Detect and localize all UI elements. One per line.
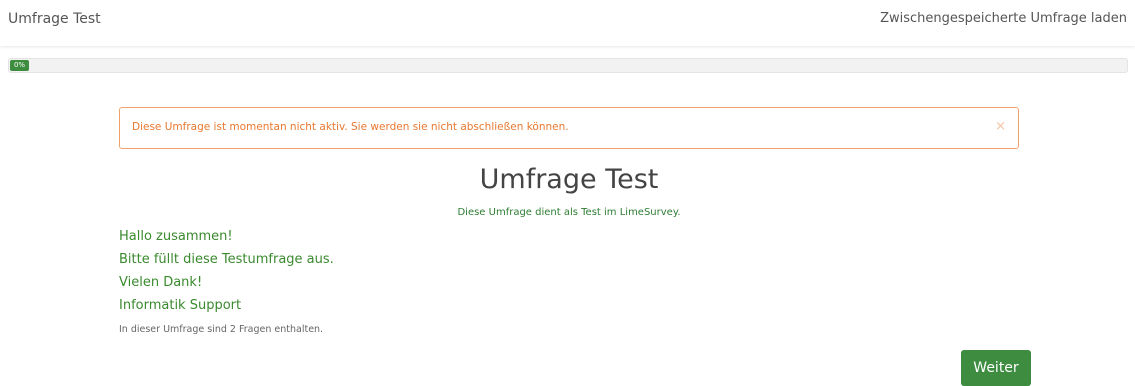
survey-description: Diese Umfrage dient als Test im LimeSurv… [457,207,681,218]
top-navbar: Umfrage Test Zwischengespeicherte Umfrag… [0,0,1135,46]
progress-bar-track: 0% [8,58,1128,73]
welcome-line: Hallo zusammen! [119,229,233,244]
welcome-line: Bitte füllt diese Testumfrage aus. [119,252,334,267]
navbar-brand[interactable]: Umfrage Test [8,11,101,27]
progress-bar-fill: 0% [10,60,29,71]
welcome-line: Vielen Dank! [119,275,203,290]
survey-title: Umfrage Test [479,164,659,195]
close-icon[interactable]: × [995,119,1006,134]
alert-message: Diese Umfrage ist momentan nicht aktiv. … [132,121,569,133]
inactive-survey-alert: Diese Umfrage ist momentan nicht aktiv. … [119,107,1019,149]
load-saved-survey-link[interactable]: Zwischengespeicherte Umfrage laden [880,11,1127,26]
welcome-line: Informatik Support [119,298,242,313]
question-count-text: In dieser Umfrage sind 2 Fragen enthalte… [119,324,324,335]
